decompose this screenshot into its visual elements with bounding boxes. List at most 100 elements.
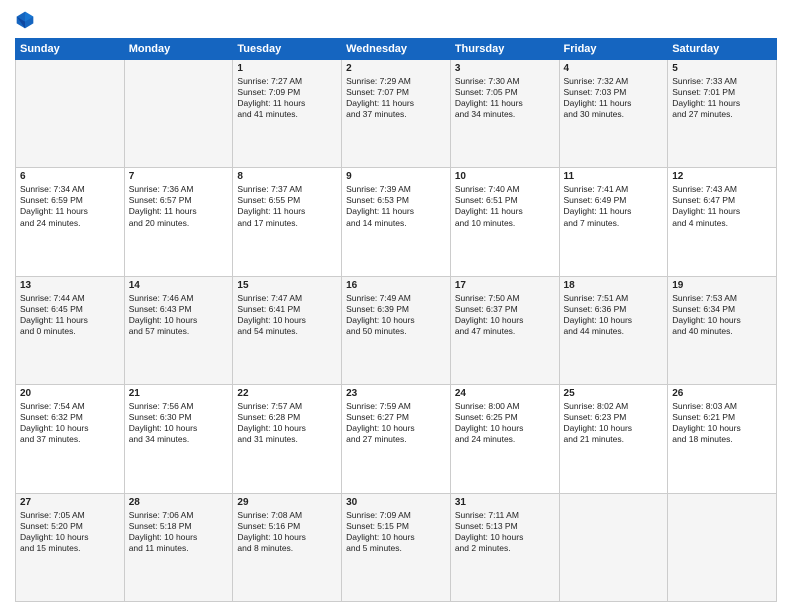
day-number: 4 bbox=[564, 63, 664, 74]
day-number: 23 bbox=[346, 388, 446, 399]
calendar-table: SundayMondayTuesdayWednesdayThursdayFrid… bbox=[15, 38, 777, 602]
day-number: 27 bbox=[20, 497, 120, 508]
week-row-5: 27 Sunrise: 7:05 AM Sunset: 5:20 PM Dayli… bbox=[16, 493, 777, 601]
day-number: 21 bbox=[129, 388, 229, 399]
cell-content: Sunrise: 7:05 AM Sunset: 5:20 PM Dayligh… bbox=[20, 510, 120, 554]
cell-content: Sunrise: 7:54 AM Sunset: 6:32 PM Dayligh… bbox=[20, 401, 120, 445]
cell-content: Sunrise: 7:33 AM Sunset: 7:01 PM Dayligh… bbox=[672, 76, 772, 120]
col-header-wednesday: Wednesday bbox=[342, 39, 451, 60]
cell-2-1: 6 Sunrise: 7:34 AM Sunset: 6:59 PM Daylig… bbox=[16, 168, 125, 276]
day-number: 16 bbox=[346, 280, 446, 291]
cell-3-3: 15Sunrise: 7:47 AM Sunset: 6:41 PM Dayli… bbox=[233, 276, 342, 384]
cell-content: Sunrise: 8:03 AM Sunset: 6:21 PM Dayligh… bbox=[672, 401, 772, 445]
cell-2-7: 12Sunrise: 7:43 AM Sunset: 6:47 PM Dayli… bbox=[668, 168, 777, 276]
week-row-2: 6 Sunrise: 7:34 AM Sunset: 6:59 PM Daylig… bbox=[16, 168, 777, 276]
day-number: 22 bbox=[237, 388, 337, 399]
cell-5-3: 29Sunrise: 7:08 AM Sunset: 5:16 PM Dayli… bbox=[233, 493, 342, 601]
cell-content: Sunrise: 7:30 AM Sunset: 7:05 PM Dayligh… bbox=[455, 76, 555, 120]
col-header-saturday: Saturday bbox=[668, 39, 777, 60]
cell-2-2: 7Sunrise: 7:36 AM Sunset: 6:57 PM Daylig… bbox=[124, 168, 233, 276]
cell-content: Sunrise: 7:47 AM Sunset: 6:41 PM Dayligh… bbox=[237, 293, 337, 337]
cell-4-4: 23 Sunrise: 7:59 AM Sunset: 6:27 PM Dayli… bbox=[342, 385, 451, 493]
cell-1-3: 1 Sunrise: 7:27 AM Sunset: 7:09 PM Daylig… bbox=[233, 60, 342, 168]
cell-1-1 bbox=[16, 60, 125, 168]
day-number: 20 bbox=[20, 388, 120, 399]
cell-5-7 bbox=[668, 493, 777, 601]
cell-content: Sunrise: 7:06 AM Sunset: 5:18 PM Dayligh… bbox=[129, 510, 229, 554]
day-number: 28 bbox=[129, 497, 229, 508]
cell-3-5: 17 Sunrise: 7:50 AM Sunset: 6:37 PM Dayli… bbox=[450, 276, 559, 384]
cell-4-2: 21 Sunrise: 7:56 AM Sunset: 6:30 PM Dayli… bbox=[124, 385, 233, 493]
col-header-sunday: Sunday bbox=[16, 39, 125, 60]
header bbox=[15, 10, 777, 30]
cell-3-2: 14 Sunrise: 7:46 AM Sunset: 6:43 PM Dayli… bbox=[124, 276, 233, 384]
day-number: 13 bbox=[20, 280, 120, 291]
cell-content: Sunrise: 8:00 AM Sunset: 6:25 PM Dayligh… bbox=[455, 401, 555, 445]
cell-1-4: 2 Sunrise: 7:29 AM Sunset: 7:07 PM Daylig… bbox=[342, 60, 451, 168]
day-number: 14 bbox=[129, 280, 229, 291]
col-header-thursday: Thursday bbox=[450, 39, 559, 60]
cell-5-1: 27 Sunrise: 7:05 AM Sunset: 5:20 PM Dayli… bbox=[16, 493, 125, 601]
day-number: 26 bbox=[672, 388, 772, 399]
cell-content: Sunrise: 7:27 AM Sunset: 7:09 PM Dayligh… bbox=[237, 76, 337, 120]
cell-content: Sunrise: 7:41 AM Sunset: 6:49 PM Dayligh… bbox=[564, 184, 664, 228]
page: SundayMondayTuesdayWednesdayThursdayFrid… bbox=[0, 0, 792, 612]
cell-content: Sunrise: 7:37 AM Sunset: 6:55 PM Dayligh… bbox=[237, 184, 337, 228]
cell-content: Sunrise: 7:49 AM Sunset: 6:39 PM Dayligh… bbox=[346, 293, 446, 337]
cell-content: Sunrise: 7:53 AM Sunset: 6:34 PM Dayligh… bbox=[672, 293, 772, 337]
col-header-monday: Monday bbox=[124, 39, 233, 60]
day-number: 10 bbox=[455, 171, 555, 182]
cell-3-7: 19 Sunrise: 7:53 AM Sunset: 6:34 PM Dayli… bbox=[668, 276, 777, 384]
day-number: 12 bbox=[672, 171, 772, 182]
header-row: SundayMondayTuesdayWednesdayThursdayFrid… bbox=[16, 39, 777, 60]
cell-4-3: 22 Sunrise: 7:57 AM Sunset: 6:28 PM Dayli… bbox=[233, 385, 342, 493]
cell-content: Sunrise: 7:32 AM Sunset: 7:03 PM Dayligh… bbox=[564, 76, 664, 120]
cell-content: Sunrise: 7:56 AM Sunset: 6:30 PM Dayligh… bbox=[129, 401, 229, 445]
day-number: 18 bbox=[564, 280, 664, 291]
day-number: 6 bbox=[20, 171, 120, 182]
cell-2-6: 11 Sunrise: 7:41 AM Sunset: 6:49 PM Dayli… bbox=[559, 168, 668, 276]
cell-5-6 bbox=[559, 493, 668, 601]
week-row-3: 13 Sunrise: 7:44 AM Sunset: 6:45 PM Dayli… bbox=[16, 276, 777, 384]
day-number: 9 bbox=[346, 171, 446, 182]
day-number: 2 bbox=[346, 63, 446, 74]
cell-5-2: 28 Sunrise: 7:06 AM Sunset: 5:18 PM Dayli… bbox=[124, 493, 233, 601]
day-number: 29 bbox=[237, 497, 337, 508]
day-number: 30 bbox=[346, 497, 446, 508]
cell-content: Sunrise: 7:29 AM Sunset: 7:07 PM Dayligh… bbox=[346, 76, 446, 120]
cell-5-4: 30 Sunrise: 7:09 AM Sunset: 5:15 PM Dayli… bbox=[342, 493, 451, 601]
cell-4-7: 26 Sunrise: 8:03 AM Sunset: 6:21 PM Dayli… bbox=[668, 385, 777, 493]
day-number: 11 bbox=[564, 171, 664, 182]
cell-5-5: 31Sunrise: 7:11 AM Sunset: 5:13 PM Dayli… bbox=[450, 493, 559, 601]
cell-1-7: 5 Sunrise: 7:33 AM Sunset: 7:01 PM Daylig… bbox=[668, 60, 777, 168]
day-number: 25 bbox=[564, 388, 664, 399]
cell-content: Sunrise: 7:09 AM Sunset: 5:15 PM Dayligh… bbox=[346, 510, 446, 554]
day-number: 1 bbox=[237, 63, 337, 74]
cell-3-6: 18 Sunrise: 7:51 AM Sunset: 6:36 PM Dayli… bbox=[559, 276, 668, 384]
cell-content: Sunrise: 7:34 AM Sunset: 6:59 PM Dayligh… bbox=[20, 184, 120, 228]
cell-content: Sunrise: 7:36 AM Sunset: 6:57 PM Dayligh… bbox=[129, 184, 229, 228]
cell-1-6: 4 Sunrise: 7:32 AM Sunset: 7:03 PM Daylig… bbox=[559, 60, 668, 168]
cell-3-4: 16 Sunrise: 7:49 AM Sunset: 6:39 PM Dayli… bbox=[342, 276, 451, 384]
cell-1-5: 3Sunrise: 7:30 AM Sunset: 7:05 PM Daylig… bbox=[450, 60, 559, 168]
col-header-tuesday: Tuesday bbox=[233, 39, 342, 60]
cell-2-4: 9 Sunrise: 7:39 AM Sunset: 6:53 PM Daylig… bbox=[342, 168, 451, 276]
day-number: 19 bbox=[672, 280, 772, 291]
cell-content: Sunrise: 7:44 AM Sunset: 6:45 PM Dayligh… bbox=[20, 293, 120, 337]
day-number: 5 bbox=[672, 63, 772, 74]
cell-content: Sunrise: 7:59 AM Sunset: 6:27 PM Dayligh… bbox=[346, 401, 446, 445]
cell-content: Sunrise: 8:02 AM Sunset: 6:23 PM Dayligh… bbox=[564, 401, 664, 445]
cell-content: Sunrise: 7:51 AM Sunset: 6:36 PM Dayligh… bbox=[564, 293, 664, 337]
day-number: 31 bbox=[455, 497, 555, 508]
cell-4-6: 25 Sunrise: 8:02 AM Sunset: 6:23 PM Dayli… bbox=[559, 385, 668, 493]
cell-content: Sunrise: 7:50 AM Sunset: 6:37 PM Dayligh… bbox=[455, 293, 555, 337]
week-row-1: 1 Sunrise: 7:27 AM Sunset: 7:09 PM Daylig… bbox=[16, 60, 777, 168]
day-number: 24 bbox=[455, 388, 555, 399]
cell-content: Sunrise: 7:57 AM Sunset: 6:28 PM Dayligh… bbox=[237, 401, 337, 445]
logo bbox=[15, 10, 37, 30]
day-number: 8 bbox=[237, 171, 337, 182]
week-row-4: 20 Sunrise: 7:54 AM Sunset: 6:32 PM Dayli… bbox=[16, 385, 777, 493]
cell-content: Sunrise: 7:46 AM Sunset: 6:43 PM Dayligh… bbox=[129, 293, 229, 337]
cell-content: Sunrise: 7:39 AM Sunset: 6:53 PM Dayligh… bbox=[346, 184, 446, 228]
day-number: 17 bbox=[455, 280, 555, 291]
